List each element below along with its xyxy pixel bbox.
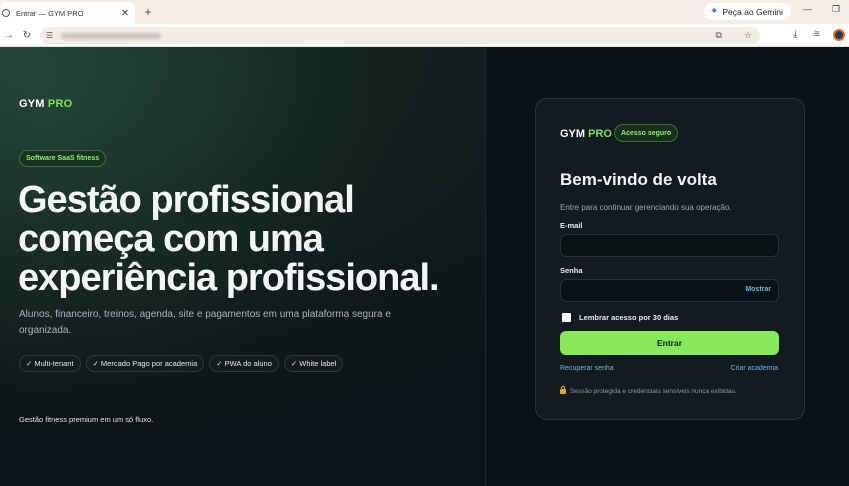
login-button[interactable]: Entrar [560,331,779,355]
browser-tab-bar: Entrar — GYM PRO ✕ + ✦ Peça ao Gemini — … [0,0,849,24]
password-field[interactable]: Mostrar [560,279,779,302]
globe-icon [2,9,10,17]
sparkle-icon: ✦ [710,6,719,17]
show-password-button[interactable]: Mostrar [745,286,771,293]
close-tab-icon[interactable]: ✕ [119,8,131,19]
feature-chip: ✓ PWA do aluno [209,355,279,372]
login-title: Bem-vindo de volta [560,170,717,189]
remember-checkbox[interactable] [562,313,571,322]
hero-subtitle: Alunos, financeiro, treinos, agenda, sit… [19,309,391,336]
feature-chip: ✓ White label [283,355,344,372]
restore-button[interactable]: ❐ [832,4,840,15]
url-text [61,32,162,39]
hero-title: Gestão profissional começa com uma exper… [18,179,440,299]
card-brand-name: GYM [560,128,586,140]
install-app-icon[interactable]: ⧉ [715,30,721,41]
login-page: GYM PRO Software SaaS fitness Gestão pro… [0,47,849,486]
lock-icon [560,386,566,394]
hero-tagline: Gestão fitness premium em um só fluxo. [19,415,154,424]
gemini-label: Peça ao Gemini [722,6,783,17]
product-pill: Software SaaS fitness [19,150,107,167]
brand-name: GYM [19,98,45,110]
card-brand-logo: GYM PRO [560,128,612,140]
gemini-button[interactable]: ✦ Peça ao Gemini [704,3,791,20]
profile-avatar[interactable] [833,29,845,41]
tab-title: Entrar — GYM PRO [16,8,84,18]
create-gym-link[interactable]: Criar academia [731,365,778,372]
card-brand-suffix: PRO [588,128,612,140]
reload-icon[interactable]: ↻ [18,30,36,41]
recover-password-link[interactable]: Recuperar senha [560,365,614,372]
download-icon[interactable]: ⤓ [793,29,797,40]
address-bar[interactable]: ☰ ⧉ ☆ [40,27,760,44]
minimize-button[interactable]: — [803,4,812,14]
browser-tab[interactable]: Entrar — GYM PRO ✕ [0,2,135,24]
secure-access-badge: Acesso seguro [614,124,679,142]
login-card: GYM PRO Acesso seguro Bem-vindo de volta… [535,98,805,420]
site-settings-icon[interactable]: ☰ [46,31,53,40]
forward-icon[interactable]: → [0,30,18,41]
brand-suffix: PRO [47,98,73,110]
brand-logo: GYM PRO [19,98,72,110]
browser-toolbar: → ↻ ☰ ⧉ ☆ ⤓ ≡ [0,24,849,47]
feature-chips: ✓ Multi-tenant ✓ Mercado Pago por academ… [19,355,344,372]
password-label: Senha [560,266,583,275]
security-note: Sessão protegida e credenciais sensíveis… [560,386,737,395]
remember-label: Lembrar acesso por 30 dias [579,313,679,322]
feature-chip: ✓ Multi-tenant [19,355,81,372]
email-label: E-mail [560,221,583,230]
bookmark-star-icon[interactable]: ☆ [744,30,752,41]
email-field[interactable] [560,234,779,257]
new-tab-button[interactable]: + [141,5,155,19]
reading-list-icon[interactable]: ≡ [814,29,820,40]
remember-option[interactable]: Lembrar acesso por 30 dias [562,313,678,322]
security-note-text: Sessão protegida e credenciais sensíveis… [570,388,737,395]
hero-panel: GYM PRO Software SaaS fitness Gestão pro… [0,47,486,486]
login-subtitle: Entre para continuar gerenciando sua ope… [560,203,732,212]
feature-chip: ✓ Mercado Pago por academia [85,355,205,372]
